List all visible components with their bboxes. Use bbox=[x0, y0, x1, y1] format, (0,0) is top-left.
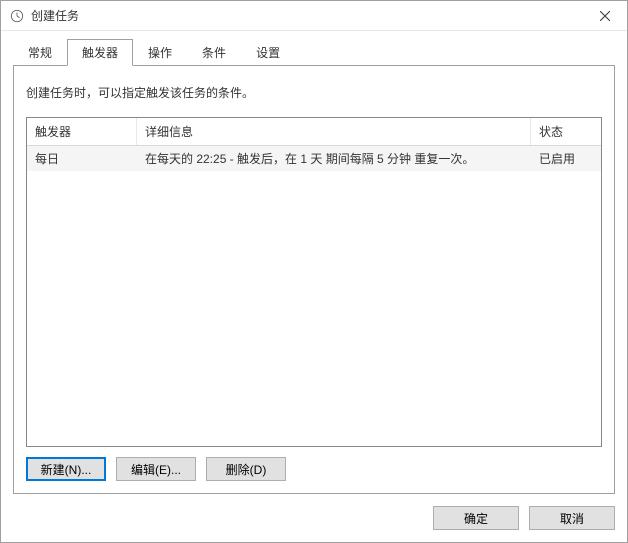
column-header-details[interactable]: 详细信息 bbox=[137, 118, 531, 145]
cell-details: 在每天的 22:25 - 触发后，在 1 天 期间每隔 5 分钟 重复一次。 bbox=[137, 146, 531, 171]
dialog-window: 创建任务 常规 触发器 操作 条件 设置 创建任务时，可以指定触发该任务的条件。… bbox=[0, 0, 628, 543]
column-header-status[interactable]: 状态 bbox=[531, 118, 601, 145]
triggers-listview[interactable]: 触发器 详细信息 状态 每日 在每天的 22:25 - 触发后，在 1 天 期间… bbox=[26, 117, 602, 447]
dialog-footer: 确定 取消 bbox=[1, 494, 627, 542]
tab-triggers[interactable]: 触发器 bbox=[67, 39, 133, 66]
tab-panel-triggers: 创建任务时，可以指定触发该任务的条件。 触发器 详细信息 状态 每日 在每天的 … bbox=[13, 66, 615, 494]
tab-general[interactable]: 常规 bbox=[13, 39, 67, 66]
window-title: 创建任务 bbox=[31, 7, 582, 24]
cell-status: 已启用 bbox=[531, 146, 601, 171]
clock-icon bbox=[9, 8, 25, 24]
action-buttons: 新建(N)... 编辑(E)... 删除(D) bbox=[26, 457, 602, 481]
tab-settings[interactable]: 设置 bbox=[241, 39, 295, 66]
titlebar: 创建任务 bbox=[1, 1, 627, 31]
info-text: 创建任务时，可以指定触发该任务的条件。 bbox=[26, 84, 602, 101]
cell-trigger: 每日 bbox=[27, 146, 137, 171]
table-row[interactable]: 每日 在每天的 22:25 - 触发后，在 1 天 期间每隔 5 分钟 重复一次… bbox=[27, 146, 601, 171]
close-button[interactable] bbox=[582, 1, 627, 30]
column-header-trigger[interactable]: 触发器 bbox=[27, 118, 137, 145]
tab-conditions[interactable]: 条件 bbox=[187, 39, 241, 66]
listview-header: 触发器 详细信息 状态 bbox=[27, 118, 601, 146]
delete-button[interactable]: 删除(D) bbox=[206, 457, 286, 481]
cancel-button[interactable]: 取消 bbox=[529, 506, 615, 530]
edit-button[interactable]: 编辑(E)... bbox=[116, 457, 196, 481]
new-button[interactable]: 新建(N)... bbox=[26, 457, 106, 481]
tab-actions[interactable]: 操作 bbox=[133, 39, 187, 66]
ok-button[interactable]: 确定 bbox=[433, 506, 519, 530]
tab-strip: 常规 触发器 操作 条件 设置 bbox=[1, 31, 627, 66]
